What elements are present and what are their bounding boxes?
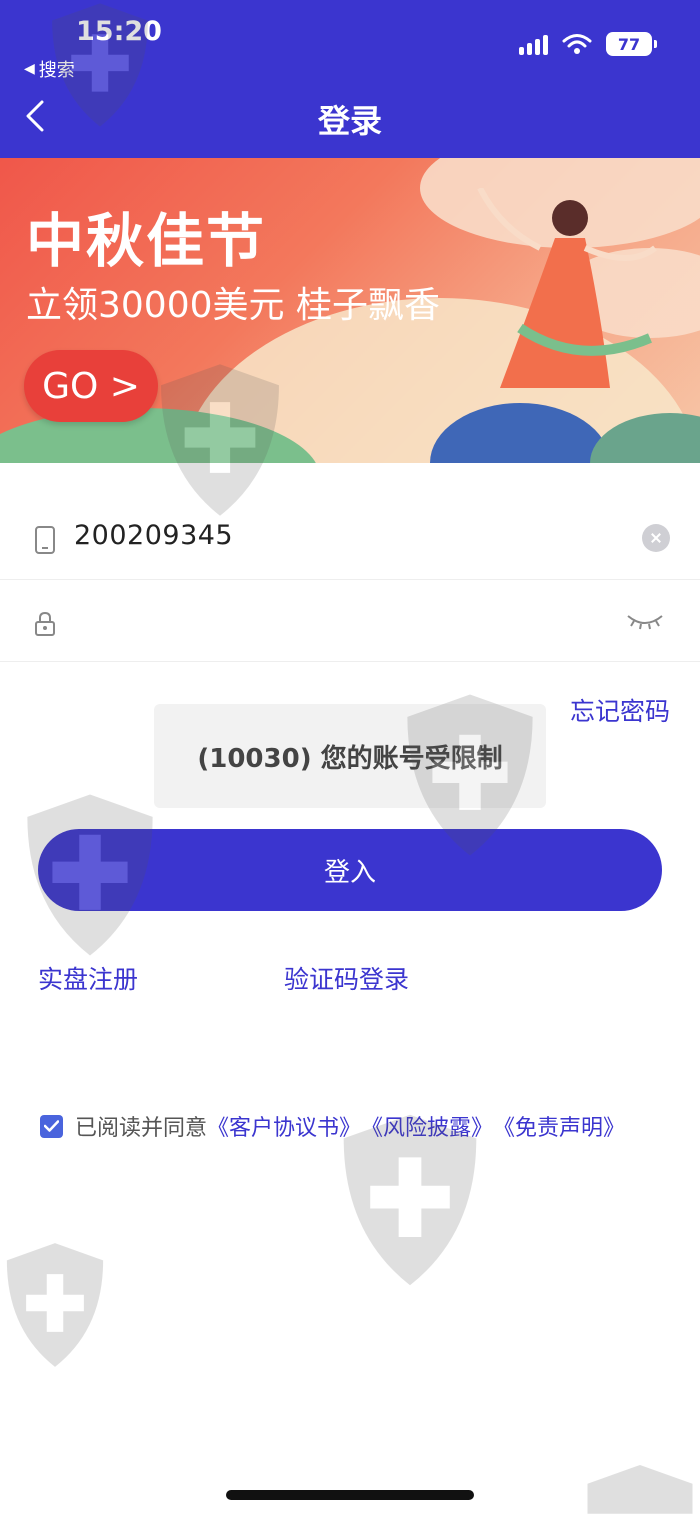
goddess-illustration	[477, 188, 657, 388]
phone-icon	[35, 526, 55, 554]
checkmark-icon	[44, 1120, 59, 1132]
app-header: 15:20 ◀ 搜索 77 登录	[0, 0, 700, 158]
agreement-prefix: 已阅读并同意	[75, 1116, 208, 1141]
shield-watermark-icon	[6, 1243, 104, 1367]
code-login-link[interactable]: 验证码登录	[284, 960, 409, 996]
wifi-icon	[562, 34, 592, 54]
banner-title: 中秋佳节	[26, 207, 267, 275]
risk-disclosure-link[interactable]: 《风险披露》	[361, 1110, 493, 1142]
back-triangle-icon: ◀	[24, 61, 35, 77]
customer-agreement-link[interactable]: 《客户协议书》	[207, 1110, 361, 1142]
error-toast: (10030) 您的账号受限制	[154, 704, 546, 808]
login-button[interactable]: 登入	[38, 829, 662, 911]
lock-icon	[35, 611, 55, 636]
account-row[interactable]: 200209345	[0, 498, 700, 580]
password-row[interactable]	[0, 580, 700, 662]
status-icons: 77	[519, 32, 657, 56]
status-time: 15:20	[76, 16, 162, 47]
clear-icon[interactable]	[642, 524, 670, 552]
disclaimer-link[interactable]: 《免责声明》	[493, 1110, 625, 1142]
agreement-checkbox[interactable]	[40, 1114, 63, 1138]
signal-icon	[519, 33, 548, 55]
back-app-label: 搜索	[38, 60, 75, 81]
back-to-search[interactable]: ◀ 搜索	[24, 56, 75, 82]
home-indicator	[226, 1490, 474, 1500]
page-title: 登录	[317, 102, 382, 140]
promo-banner[interactable]: 中秋佳节 立领30000美元 桂子飘香 GO >	[0, 158, 700, 463]
banner-go-button[interactable]: GO >	[24, 350, 158, 422]
account-input[interactable]: 200209345	[74, 520, 233, 551]
forgot-password-link[interactable]: 忘记密码	[570, 692, 670, 728]
banner-subtitle: 立领30000美元 桂子飘香	[26, 285, 440, 326]
password-input[interactable]	[74, 598, 594, 642]
register-link[interactable]: 实盘注册	[38, 960, 138, 996]
agreement-row: 已阅读并同意 《客户协议书》 《风险披露》 《免责声明》	[40, 1110, 625, 1142]
eye-closed-icon[interactable]	[626, 608, 664, 632]
shield-watermark-icon	[587, 1465, 693, 1514]
battery-icon: 77	[606, 32, 657, 56]
